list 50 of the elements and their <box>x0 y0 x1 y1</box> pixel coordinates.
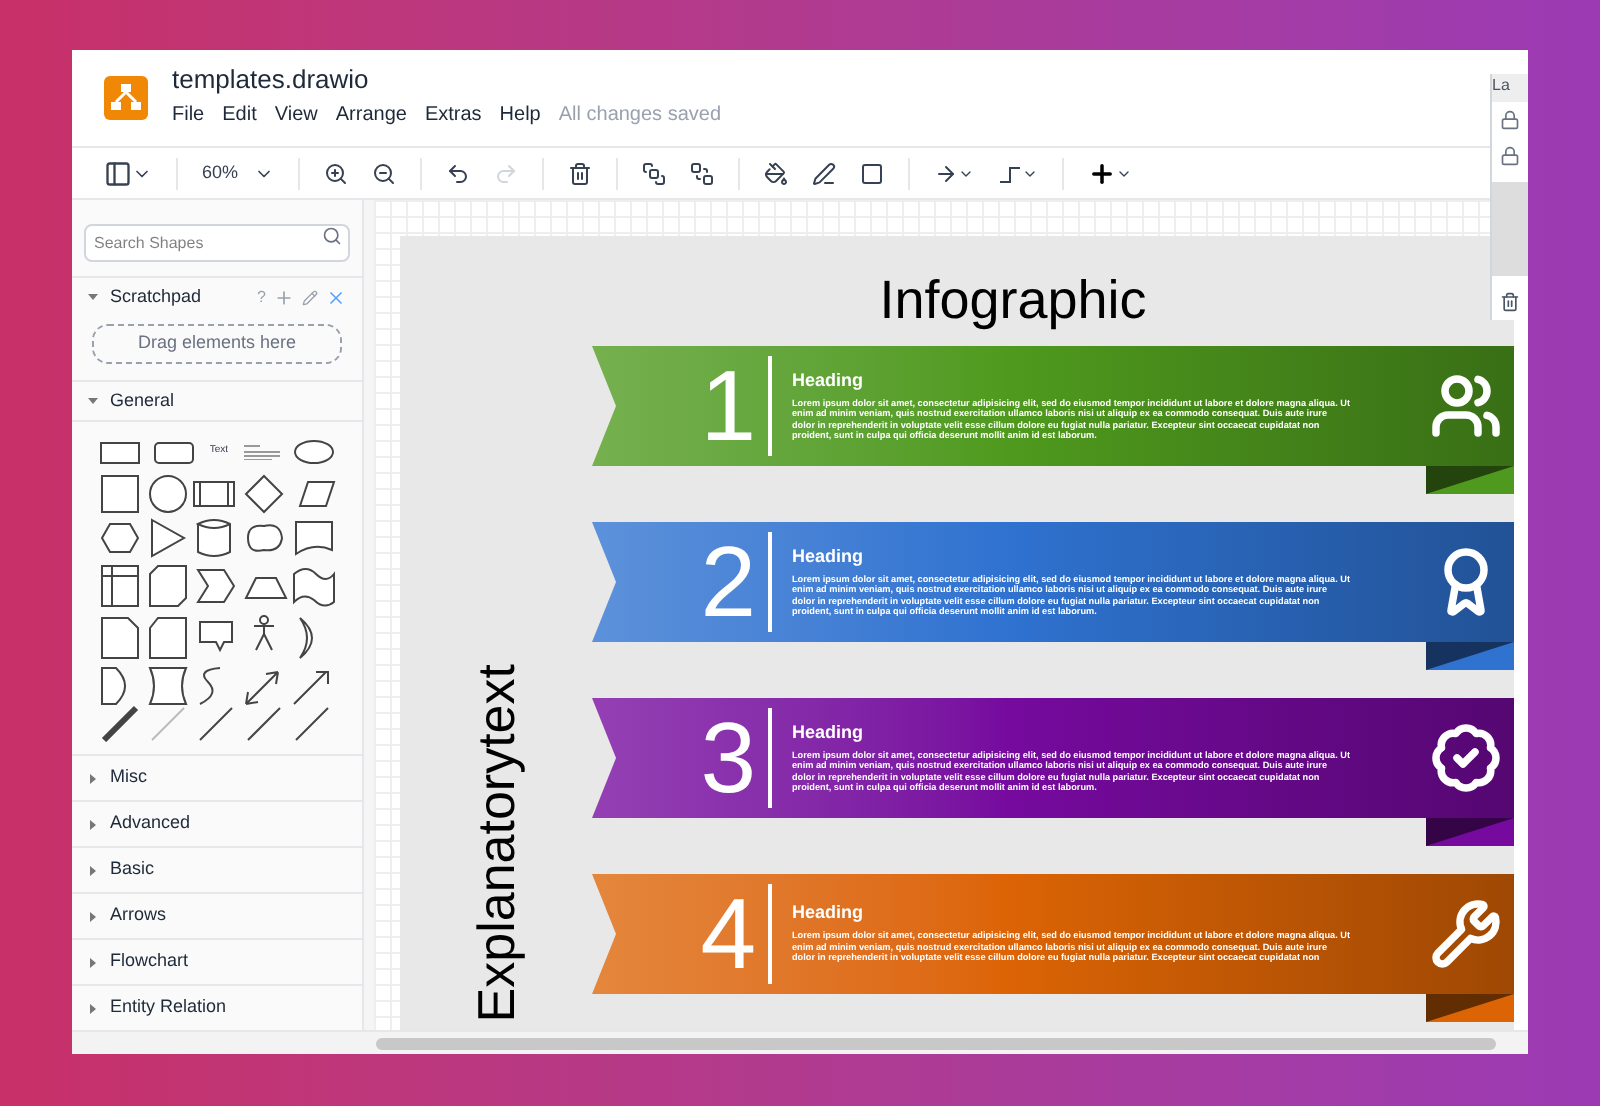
textbox-shape-icon[interactable] <box>243 444 280 460</box>
section-title[interactable]: Misc <box>110 764 147 792</box>
menu-item[interactable]: Help <box>499 100 541 130</box>
menu-item[interactable]: Edit <box>222 100 257 130</box>
ribbon-fold-drawing <box>1426 994 1514 1022</box>
section-title[interactable]: Flowchart <box>110 948 189 976</box>
menu-item[interactable]: Arrange <box>335 100 407 130</box>
logo-icon <box>104 76 148 120</box>
rounded-rectangle-shape-icon[interactable] <box>154 441 195 463</box>
menu-item[interactable]: View <box>274 100 318 130</box>
step-number: 4 <box>700 884 756 984</box>
panel-tab[interactable]: La <box>1492 74 1528 102</box>
step-number: 1 <box>700 356 756 456</box>
horizontal-scrollbar[interactable] <box>376 1037 1496 1049</box>
window-title: templates.drawio <box>172 66 371 92</box>
save-status: All changes saved <box>558 102 722 130</box>
section-title[interactable]: Advanced <box>110 810 191 838</box>
step-heading: Heading <box>792 904 866 923</box>
search-icon <box>322 226 342 246</box>
section-title[interactable]: Basic <box>110 856 155 884</box>
menu-item[interactable]: File <box>172 100 205 130</box>
ribbon-fold-drawing <box>1426 818 1514 846</box>
infographic-title: Infographic <box>879 274 1147 328</box>
ribbon-fold-drawing <box>1426 642 1514 670</box>
menu-item[interactable]: Extras <box>424 100 482 130</box>
explanatory-text: Explanatorytext <box>470 663 522 1022</box>
step-number: 3 <box>700 708 756 808</box>
section-title[interactable]: Scratchpad <box>110 283 250 311</box>
section-title[interactable]: General <box>110 387 175 415</box>
search-field[interactable]: Search Shapes <box>84 224 350 262</box>
ellipse-shape-icon[interactable] <box>293 440 334 464</box>
step-heading: Heading <box>792 547 866 565</box>
badge-check-icon <box>1430 722 1502 794</box>
zoom-dropdown[interactable]: 60% <box>194 159 283 187</box>
step-heading: Heading <box>792 371 866 389</box>
section-title[interactable]: Arrows <box>110 902 167 930</box>
rectangle-shape-icon[interactable] <box>100 441 140 463</box>
step-heading: Heading <box>792 723 866 741</box>
people-icon <box>1430 370 1502 442</box>
lock-icon[interactable] <box>1500 110 1520 130</box>
shape-palette-drawing[interactable] <box>100 474 336 742</box>
step-number: 2 <box>700 532 756 632</box>
wrench-icon <box>1430 898 1502 970</box>
lock-icon[interactable] <box>1500 146 1520 166</box>
delete-icon[interactable] <box>1500 292 1520 312</box>
section-title[interactable]: Entity Relation <box>110 994 227 1022</box>
close-icon[interactable] <box>326 287 346 307</box>
ribbon-fold-drawing <box>1426 466 1514 494</box>
panel-layout-icon <box>104 159 132 187</box>
drop-zone: Drag elements here <box>92 324 342 364</box>
